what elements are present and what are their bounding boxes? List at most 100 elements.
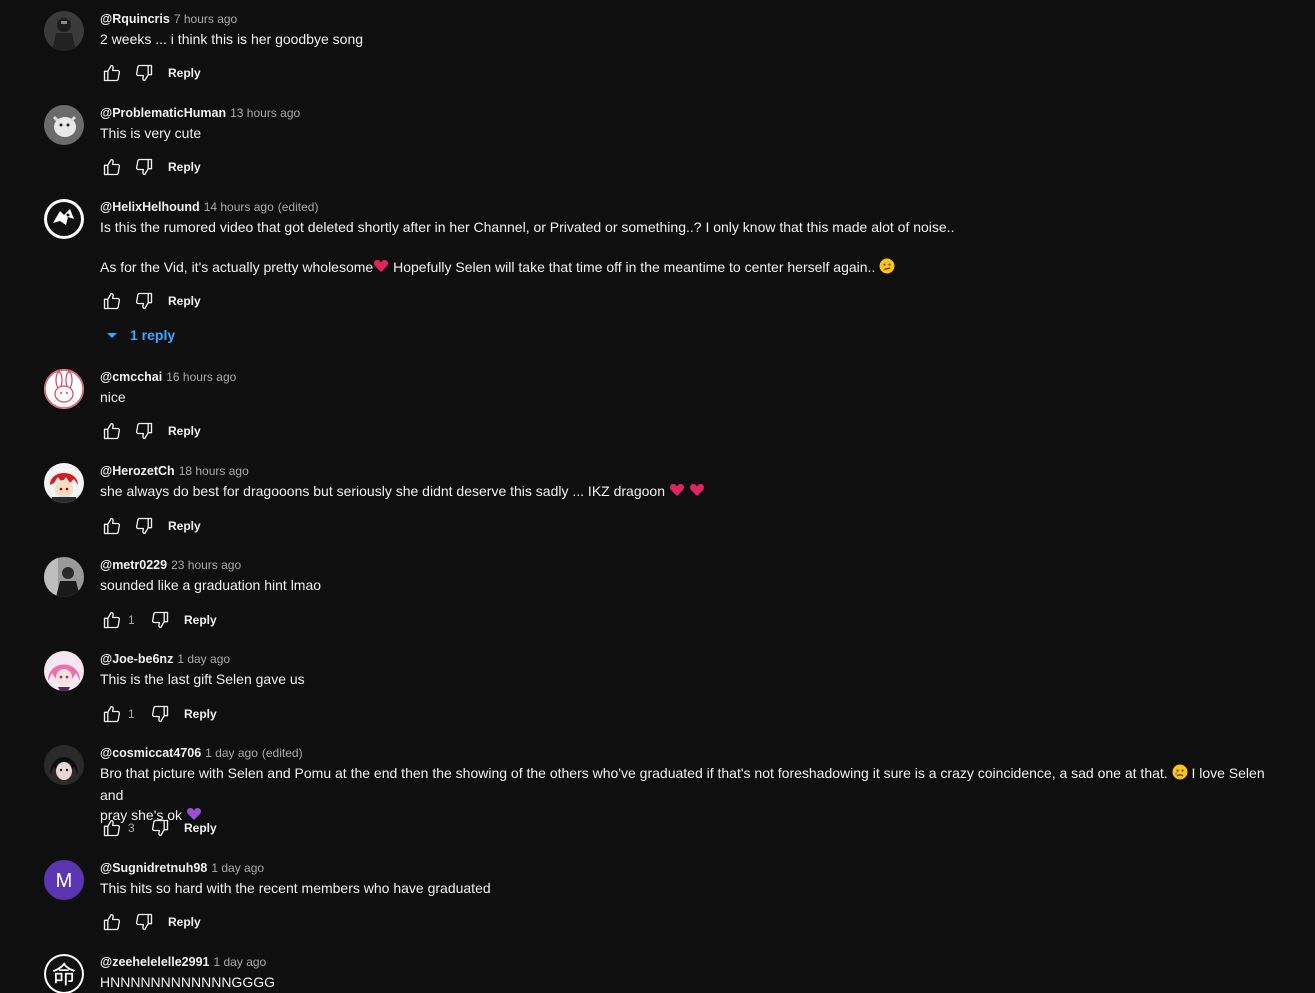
timestamp[interactable]: 14 hours ago bbox=[204, 200, 274, 214]
dislike-button[interactable] bbox=[148, 608, 172, 632]
dislike-button[interactable] bbox=[132, 61, 156, 85]
reply-button[interactable]: Reply bbox=[168, 424, 201, 438]
timestamp[interactable]: 23 hours ago bbox=[171, 558, 241, 572]
author-name[interactable]: @metr0229 bbox=[100, 558, 167, 572]
reply-button[interactable]: Reply bbox=[168, 160, 201, 174]
thumb-up-icon bbox=[103, 517, 121, 535]
author-name[interactable]: @HelixHelhound bbox=[100, 200, 200, 214]
comment-text: Bro that picture with Selen and Pomu at … bbox=[100, 763, 1285, 827]
like-button[interactable] bbox=[100, 910, 124, 934]
timestamp[interactable]: 1 day ago bbox=[214, 955, 267, 969]
like-button[interactable] bbox=[100, 289, 124, 313]
dislike-button[interactable] bbox=[148, 702, 172, 726]
avatar-letter: M bbox=[56, 870, 73, 892]
like-button[interactable] bbox=[100, 155, 124, 179]
like-count: 1 bbox=[128, 707, 135, 721]
reply-button[interactable]: Reply bbox=[168, 294, 201, 308]
thumb-up-icon bbox=[103, 158, 121, 176]
comment-text: This is very cute bbox=[100, 125, 202, 141]
comment-actions: Reply bbox=[100, 910, 201, 934]
reply-button[interactable]: Reply bbox=[184, 821, 217, 835]
avatar[interactable] bbox=[44, 557, 84, 597]
author-name[interactable]: @cmcchai bbox=[100, 370, 162, 384]
reply-button[interactable]: Reply bbox=[168, 915, 201, 929]
comment-header: @cmcchai 16 hours ago bbox=[100, 369, 1285, 385]
author-name[interactable]: @cosmiccat4706 bbox=[100, 746, 201, 760]
comment-header: @metr0229 23 hours ago bbox=[100, 557, 1285, 573]
comment-text-segment: Hopefully Selen will take that time off … bbox=[389, 259, 880, 275]
timestamp[interactable]: 1 day ago bbox=[205, 746, 258, 760]
thumb-down-icon bbox=[151, 819, 169, 837]
avatar[interactable] bbox=[44, 745, 84, 785]
like-count: 3 bbox=[128, 821, 135, 835]
author-name[interactable]: @ProblematicHuman bbox=[100, 106, 226, 120]
thumb-down-icon bbox=[135, 292, 153, 310]
dislike-button[interactable] bbox=[132, 155, 156, 179]
timestamp[interactable]: 1 day ago bbox=[177, 652, 230, 666]
dislike-button[interactable] bbox=[132, 419, 156, 443]
comment-header: @HerozetCh 18 hours ago bbox=[100, 463, 1285, 479]
avatar[interactable] bbox=[44, 105, 84, 145]
thumb-up-icon bbox=[103, 422, 121, 440]
thumb-up-icon bbox=[103, 611, 121, 629]
author-name[interactable]: @Rquincris bbox=[100, 12, 170, 26]
thumb-down-icon bbox=[135, 517, 153, 535]
thumb-up-icon bbox=[103, 913, 121, 931]
like-button[interactable] bbox=[100, 702, 124, 726]
red-heart-emoji bbox=[373, 258, 389, 279]
reply-button[interactable]: Reply bbox=[184, 613, 217, 627]
comment-actions: 3 Reply bbox=[100, 816, 217, 840]
edited-label: (edited) bbox=[261, 746, 303, 760]
avatar[interactable]: M bbox=[44, 860, 84, 900]
timestamp[interactable]: 13 hours ago bbox=[230, 106, 300, 120]
author-name[interactable]: @Joe-be6nz bbox=[100, 652, 173, 666]
view-replies-button[interactable]: 1 reply bbox=[100, 324, 175, 346]
comment-actions: Reply bbox=[100, 419, 201, 443]
like-button[interactable] bbox=[100, 608, 124, 632]
like-button[interactable] bbox=[100, 514, 124, 538]
comment-header: @HelixHelhound 14 hours ago (edited) bbox=[100, 199, 1285, 215]
timestamp[interactable]: 16 hours ago bbox=[166, 370, 236, 384]
like-count: 1 bbox=[128, 613, 135, 627]
dislike-button[interactable] bbox=[148, 816, 172, 840]
comment-actions: 1 Reply bbox=[100, 702, 217, 726]
thumb-down-icon bbox=[151, 611, 169, 629]
avatar[interactable] bbox=[44, 651, 84, 691]
comment-text-segment: As for the Vid, it's actually pretty who… bbox=[100, 259, 374, 275]
red-heart-emoji bbox=[669, 482, 685, 503]
like-button[interactable] bbox=[100, 419, 124, 443]
comment-actions: 1 Reply bbox=[100, 608, 217, 632]
author-name[interactable]: @zeehelelelle2991 bbox=[100, 955, 210, 969]
timestamp[interactable]: 7 hours ago bbox=[174, 12, 237, 26]
thumb-down-icon bbox=[151, 705, 169, 723]
author-name[interactable]: @Sugnidretnuh98 bbox=[100, 861, 207, 875]
comment-header: @zeehelelelle2991 1 day ago bbox=[100, 954, 1285, 970]
comment-header: @Joe-be6nz 1 day ago bbox=[100, 651, 1285, 667]
avatar[interactable] bbox=[44, 199, 84, 239]
comment-text-line: Is this the rumored video that got delet… bbox=[100, 219, 955, 235]
replies-count-label: 1 reply bbox=[130, 327, 176, 343]
dislike-button[interactable] bbox=[132, 289, 156, 313]
thumb-up-icon bbox=[103, 705, 121, 723]
timestamp[interactable]: 1 day ago bbox=[211, 861, 264, 875]
avatar[interactable] bbox=[44, 369, 84, 409]
dislike-button[interactable] bbox=[132, 514, 156, 538]
comment-text-segment: she always do best for dragooons but ser… bbox=[100, 483, 669, 499]
comment-header: @ProblematicHuman 13 hours ago bbox=[100, 105, 1285, 121]
author-name[interactable]: @HerozetCh bbox=[100, 464, 175, 478]
comments-section: @Rquincris 7 hours ago 2 weeks ... i thin… bbox=[0, 0, 1315, 993]
like-button[interactable] bbox=[100, 61, 124, 85]
reply-button[interactable]: Reply bbox=[168, 66, 201, 80]
dislike-button[interactable] bbox=[132, 910, 156, 934]
comment-text: 2 weeks ... i think this is her goodbye … bbox=[100, 31, 364, 47]
comment-text: This hits so hard with the recent member… bbox=[100, 880, 491, 896]
reply-button[interactable]: Reply bbox=[168, 519, 201, 533]
timestamp[interactable]: 18 hours ago bbox=[179, 464, 249, 478]
comment-actions: Reply bbox=[100, 155, 201, 179]
avatar[interactable] bbox=[44, 463, 84, 503]
avatar[interactable]: 命 bbox=[44, 954, 84, 993]
comment-actions: Reply bbox=[100, 514, 201, 538]
like-button[interactable] bbox=[100, 816, 124, 840]
reply-button[interactable]: Reply bbox=[184, 707, 217, 721]
avatar[interactable] bbox=[44, 11, 84, 51]
